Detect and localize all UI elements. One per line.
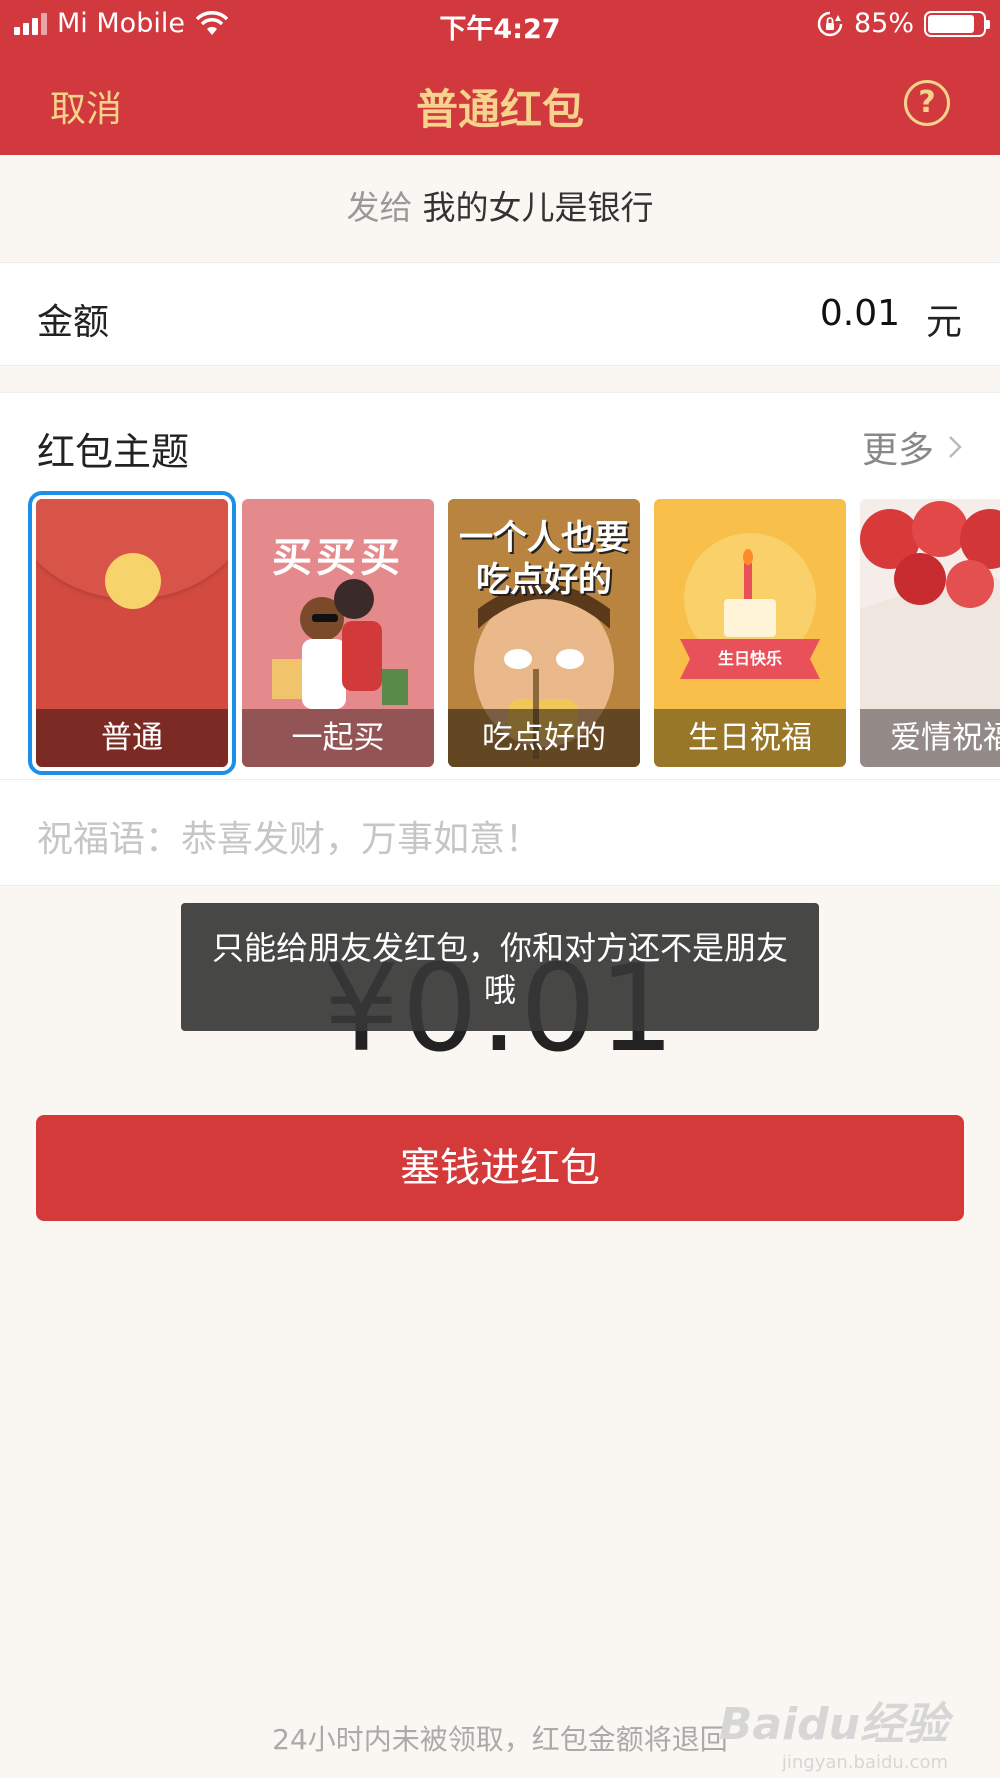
more-themes-label: 更多 <box>861 430 934 471</box>
theme-card-label: 生日祝福 <box>654 709 846 767</box>
amount-unit: 元 <box>925 302 962 343</box>
theme-card-art-text: 一个人也要吃点好的 <box>459 518 629 600</box>
send-red-packet-button[interactable]: 塞钱进红包 <box>36 1115 964 1221</box>
theme-card-label: 爱情祝福 <box>860 709 1000 767</box>
theme-card-birthday[interactable]: 生日快乐 生日祝福 <box>654 499 846 767</box>
header-bar: Mi Mobile 下午4:27 85% 取消 普通红包 ? <box>0 0 1000 155</box>
theme-card-label: 吃点好的 <box>448 709 640 767</box>
battery-percent: 85% <box>853 8 914 39</box>
theme-card-list: 普通 买买买 一起买 一个人也要吃点好的 吃点好的 生日快乐 生日祝福 爱情祝 <box>28 491 1000 775</box>
chevron-right-icon <box>949 436 962 458</box>
rotation-lock-icon <box>817 11 843 36</box>
send-to-label: 发给 <box>346 188 413 227</box>
theme-label: 红包主题 <box>37 430 190 474</box>
page-title: 普通红包 <box>415 85 584 134</box>
blessing-input[interactable]: 祝福语：恭喜发财，万事如意！ <box>0 780 1000 886</box>
theme-card-eat-well[interactable]: 一个人也要吃点好的 吃点好的 <box>448 499 640 767</box>
theme-card-label: 普通 <box>36 709 228 767</box>
theme-card-label: 一起买 <box>242 709 434 767</box>
envelope-seal-icon <box>105 553 161 609</box>
navigation-bar: 取消 普通红包 ? <box>0 50 1000 155</box>
theme-section: 红包主题 更多 普通 买买买 一起买 一个人也要吃点好的 吃点好的 生日快乐 生… <box>0 392 1000 780</box>
theme-card-shopping[interactable]: 买买买 一起买 <box>242 499 434 767</box>
watermark-logo: Baidu经验 jingyan.baidu.com <box>719 1688 948 1773</box>
battery-icon <box>924 10 990 37</box>
help-icon[interactable]: ? <box>904 80 950 126</box>
theme-card-normal[interactable]: 普通 <box>28 491 236 775</box>
status-bar: Mi Mobile 下午4:27 85% <box>0 0 1000 50</box>
recipient-name: 我的女儿是银行 <box>422 188 654 227</box>
theme-card-love[interactable]: 爱情祝福 <box>860 499 1000 767</box>
theme-card-art-text: 生日快乐 <box>717 649 782 668</box>
amount-row[interactable]: 金额 0.01 元 <box>0 262 1000 366</box>
more-themes-button[interactable]: 更多 <box>862 421 962 473</box>
error-toast: 只能给朋友发红包，你和对方还不是朋友哦 <box>181 903 819 1031</box>
watermark-brand: Baidu经验 <box>718 1699 948 1750</box>
blessing-placeholder: 祝福语：恭喜发财，万事如意！ <box>37 819 542 860</box>
watermark-url: jingyan.baidu.com <box>781 1752 948 1773</box>
amount-input[interactable]: 0.01 <box>820 293 900 334</box>
send-to-row: 发给 我的女儿是银行 <box>0 155 1000 261</box>
amount-label: 金额 <box>37 302 110 343</box>
